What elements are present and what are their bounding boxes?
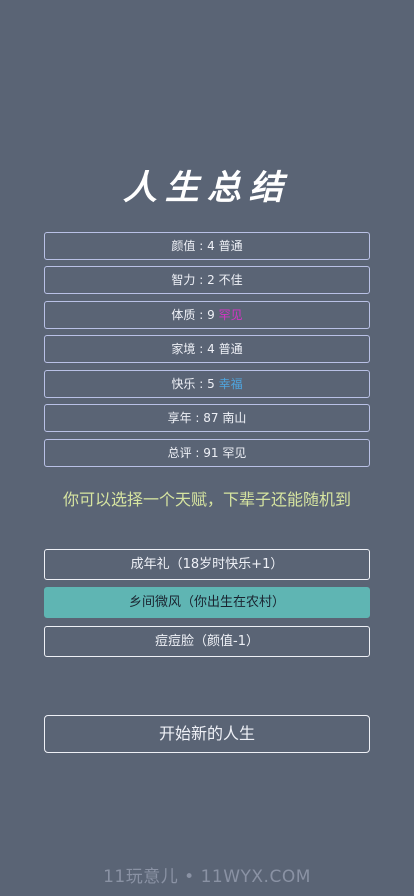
stat-label: 颜值 [171, 239, 196, 253]
stat-label: 快乐 [171, 377, 196, 391]
stat-separator: : [199, 308, 208, 322]
stat-row-family: 家境 : 4 普通 [44, 335, 370, 363]
stat-row-physique: 体质 : 9 罕见 [44, 301, 370, 329]
stat-value: 4 [207, 239, 215, 253]
stat-row-lifespan: 享年 : 87 南山 [44, 404, 370, 432]
stat-row-intelligence: 智力 : 2 不佳 [44, 266, 370, 294]
start-new-life-button[interactable]: 开始新的人生 [44, 715, 370, 753]
stat-rating: 罕见 [218, 308, 243, 322]
stat-label: 智力 [171, 273, 196, 287]
stat-separator: : [199, 239, 208, 253]
talent-option[interactable]: 成年礼（18岁时快乐+1） [44, 549, 370, 580]
stat-separator: : [199, 342, 208, 356]
talent-prompt: 你可以选择一个天赋，下辈子还能随机到 [62, 490, 351, 509]
stat-rating: 幸福 [218, 377, 243, 391]
talent-option[interactable]: 痘痘脸（颜值-1） [44, 626, 370, 657]
stat-value: 5 [207, 377, 215, 391]
stat-rating: 罕见 [222, 446, 247, 460]
stat-label: 享年 [167, 411, 192, 425]
stat-label: 体质 [171, 308, 196, 322]
stat-rating: 南山 [222, 411, 247, 425]
stat-row-happiness: 快乐 : 5 幸福 [44, 370, 370, 398]
stat-rating: 不佳 [218, 273, 243, 287]
stat-label: 家境 [171, 342, 196, 356]
stat-value: 4 [207, 342, 215, 356]
watermark: 11玩意儿 • 11WYX.COM [103, 867, 311, 887]
stat-row-overall: 总评 : 91 罕见 [44, 439, 370, 467]
stat-label: 总评 [167, 446, 192, 460]
page-title: 人生总结 [123, 168, 291, 208]
stat-separator: : [199, 377, 208, 391]
stat-rating: 普通 [218, 342, 243, 356]
stat-value: 2 [207, 273, 215, 287]
stat-separator: : [199, 273, 208, 287]
stat-value: 91 [203, 446, 219, 460]
stat-row-appearance: 颜值 : 4 普通 [44, 232, 370, 260]
talent-option[interactable]: 乡间微风（你出生在农村） [44, 587, 370, 618]
stat-value: 9 [207, 308, 215, 322]
stat-rating: 普通 [218, 239, 243, 253]
stat-value: 87 [203, 411, 219, 425]
